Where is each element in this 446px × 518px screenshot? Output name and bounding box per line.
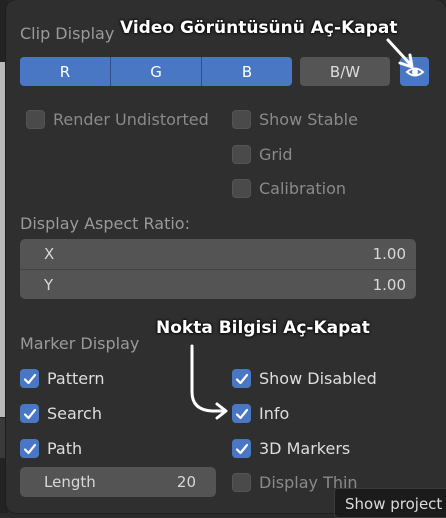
aspect-y-field[interactable]: Y 1.00: [20, 269, 416, 299]
3d-markers-checkbox[interactable]: 3D Markers: [232, 439, 350, 458]
length-field[interactable]: Length 20: [20, 467, 216, 497]
pattern-label: Pattern: [47, 369, 105, 388]
path-label: Path: [47, 439, 83, 458]
calibration-label: Calibration: [259, 179, 347, 198]
clip-display-title: Clip Display: [20, 24, 115, 43]
show-stable-checkbox[interactable]: Show Stable: [232, 110, 358, 129]
checkbox-box: [232, 473, 251, 492]
tooltip: Show project: [334, 488, 446, 518]
length-value: 20: [176, 473, 196, 491]
show-disabled-checkbox[interactable]: Show Disabled: [232, 369, 377, 388]
length-label: Length: [44, 473, 96, 491]
info-label: Info: [259, 404, 290, 423]
checkbox-box: [232, 179, 251, 198]
aspect-ratio-label: Display Aspect Ratio:: [20, 214, 190, 233]
rgb-channel-group: R G B: [20, 57, 292, 86]
aspect-y-label: Y: [44, 275, 54, 294]
annotation-arrow-icon: [190, 344, 228, 420]
info-toggle-annotation: Nokta Bilgisi Aç-Kapat: [156, 318, 370, 338]
check-icon: [232, 439, 251, 458]
bw-button[interactable]: B/W: [300, 57, 390, 86]
aspect-x-label: X: [44, 245, 55, 263]
check-icon: [20, 369, 39, 388]
checkbox-box: [26, 110, 45, 129]
info-checkbox[interactable]: Info: [232, 404, 289, 423]
calibration-checkbox[interactable]: Calibration: [232, 179, 346, 198]
aspect-x-field[interactable]: X 1.00: [20, 239, 416, 269]
aspect-y-value: 1.00: [372, 275, 406, 294]
pattern-checkbox[interactable]: Pattern: [20, 369, 105, 388]
aspect-x-value: 1.00: [372, 245, 406, 263]
3d-markers-label: 3D Markers: [259, 439, 351, 458]
path-checkbox[interactable]: Path: [20, 439, 82, 458]
checkbox-box: [232, 110, 251, 129]
check-icon: [20, 404, 39, 423]
aspect-ratio-fields: X 1.00 Y 1.00: [20, 239, 416, 299]
checkbox-box: [232, 145, 251, 164]
channel-g-button[interactable]: G: [111, 57, 202, 86]
grid-label: Grid: [259, 145, 293, 164]
render-undistorted-label: Render Undistorted: [53, 110, 209, 129]
search-checkbox[interactable]: Search: [20, 404, 102, 423]
show-stable-label: Show Stable: [259, 110, 358, 129]
grid-checkbox[interactable]: Grid: [232, 145, 293, 164]
search-label: Search: [47, 404, 102, 423]
channel-r-button[interactable]: R: [20, 57, 111, 86]
check-icon: [20, 439, 39, 458]
annotation-arrow-icon: [386, 38, 414, 69]
video-toggle-annotation: Video Görüntüsünü Aç-Kapat: [120, 18, 398, 38]
channel-b-button[interactable]: B: [202, 57, 292, 86]
show-disabled-label: Show Disabled: [259, 369, 377, 388]
marker-display-title: Marker Display: [20, 334, 140, 353]
render-undistorted-checkbox[interactable]: Render Undistorted: [26, 110, 209, 129]
